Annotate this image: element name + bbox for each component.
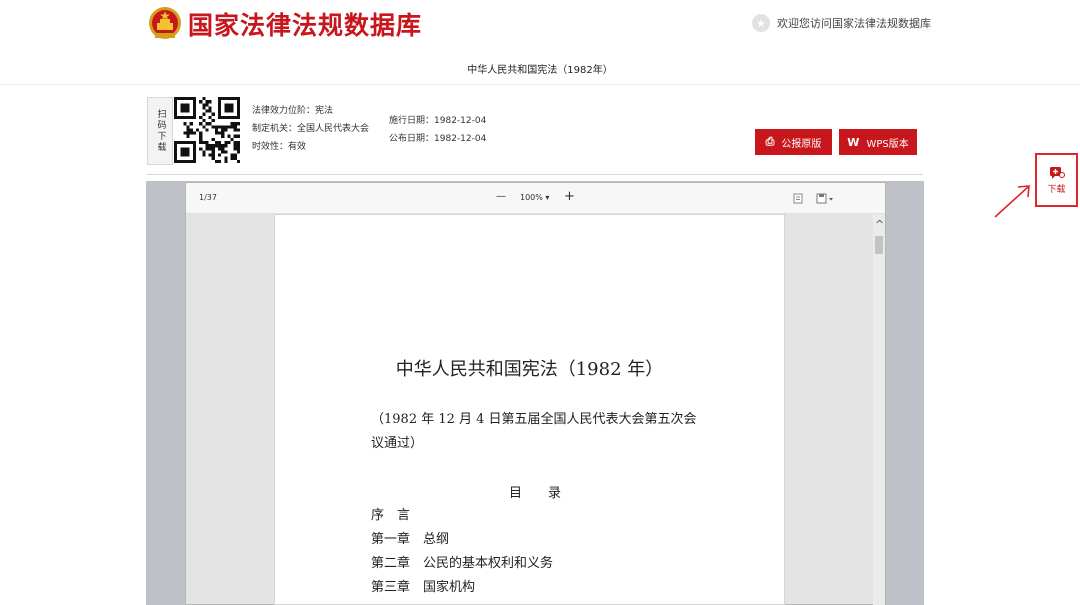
qr-code-icon <box>174 97 240 163</box>
vertical-scrollbar[interactable] <box>873 214 885 605</box>
page-heading: 中华人民共和国宪法（1982 年） <box>395 359 664 380</box>
pdf-page: 中华人民共和国宪法（1982 年） （1982 年 12 月 4 日第五届全国人… <box>274 214 785 605</box>
effective-date-value: 1982-12-04 <box>434 116 487 126</box>
site-title: 国家法律法规数据库 <box>188 11 423 40</box>
validity-row: 时效性：有效 <box>252 142 307 152</box>
gazette-original-button[interactable]: ⎙ 公报原版 <box>755 129 832 155</box>
toc-item[interactable]: 第三章 国家机构 <box>371 576 553 600</box>
chevron-down-icon: ▾ <box>545 193 550 202</box>
publish-date-row: 公布日期：1982-12-04 <box>389 134 487 144</box>
legal-level-row: 法律效力位阶：宪法 <box>252 106 334 116</box>
zoom-in-button[interactable]: + <box>564 189 575 204</box>
publish-date-value: 1982-12-04 <box>434 134 487 144</box>
header-divider <box>0 84 1080 85</box>
toc-title: 目 录 <box>509 486 562 501</box>
page-indicator: 1/37 <box>199 193 217 202</box>
scrollbar-thumb[interactable] <box>875 236 883 254</box>
toc-list: 序 言 第一章 总纲 第二章 公民的基本权利和义务 第三章 国家机构 <box>371 504 553 600</box>
zoom-out-button[interactable]: — <box>496 191 506 202</box>
legal-level-value: 宪法 <box>315 106 334 116</box>
zoom-level-select[interactable]: 100% ▾ <box>520 193 549 202</box>
adoption-note: （1982 年 12 月 4 日第五届全国人民代表大会第五次会 议通过） <box>371 412 697 451</box>
star-icon[interactable]: ★ <box>752 14 770 32</box>
wps-icon: W <box>847 135 860 149</box>
annotation-arrow-icon <box>994 185 1030 218</box>
welcome-message: ★ 欢迎您访问国家法律法规数据库 <box>752 14 931 32</box>
meta-right: 施行日期：1982-12-04 公布日期：1982-12-04 <box>389 112 486 148</box>
side-download-button[interactable]: 下载 <box>1035 153 1078 207</box>
document-title: 中华人民共和国宪法（1982年） <box>467 65 613 76</box>
toc-item[interactable]: 第一章 总纲 <box>371 528 553 552</box>
scan-download-label: 扫码下载 <box>147 97 173 165</box>
effective-date-row: 施行日期：1982-12-04 <box>389 116 487 126</box>
info-divider <box>147 174 923 175</box>
wps-version-button[interactable]: W WPS版本 <box>839 129 917 155</box>
pdf-toolbar: 1/37 — 100% ▾ + <box>186 183 885 214</box>
national-emblem-icon <box>149 7 181 39</box>
meta-left: 法律效力位阶：宪法 制定机关：全国人民代表大会 时效性：有效 <box>252 102 369 156</box>
authority-value: 全国人民代表大会 <box>297 124 370 134</box>
toc-item[interactable]: 序 言 <box>371 504 553 528</box>
toc-item[interactable]: 第二章 公民的基本权利和义务 <box>371 552 553 576</box>
validity-value: 有效 <box>288 142 307 152</box>
download-label: 下载 <box>1047 184 1066 195</box>
authority-row: 制定机关：全国人民代表大会 <box>252 124 370 134</box>
site-logo[interactable]: 国家法律法规数据库 <box>148 6 422 42</box>
pdf-icon: ⎙ <box>765 135 775 148</box>
download-icon <box>1049 166 1065 179</box>
save-icon[interactable] <box>816 193 834 204</box>
document-properties-icon[interactable] <box>793 193 803 204</box>
welcome-text: 欢迎您访问国家法律法规数据库 <box>777 17 931 30</box>
scroll-up-icon[interactable]: ^ <box>875 219 884 230</box>
